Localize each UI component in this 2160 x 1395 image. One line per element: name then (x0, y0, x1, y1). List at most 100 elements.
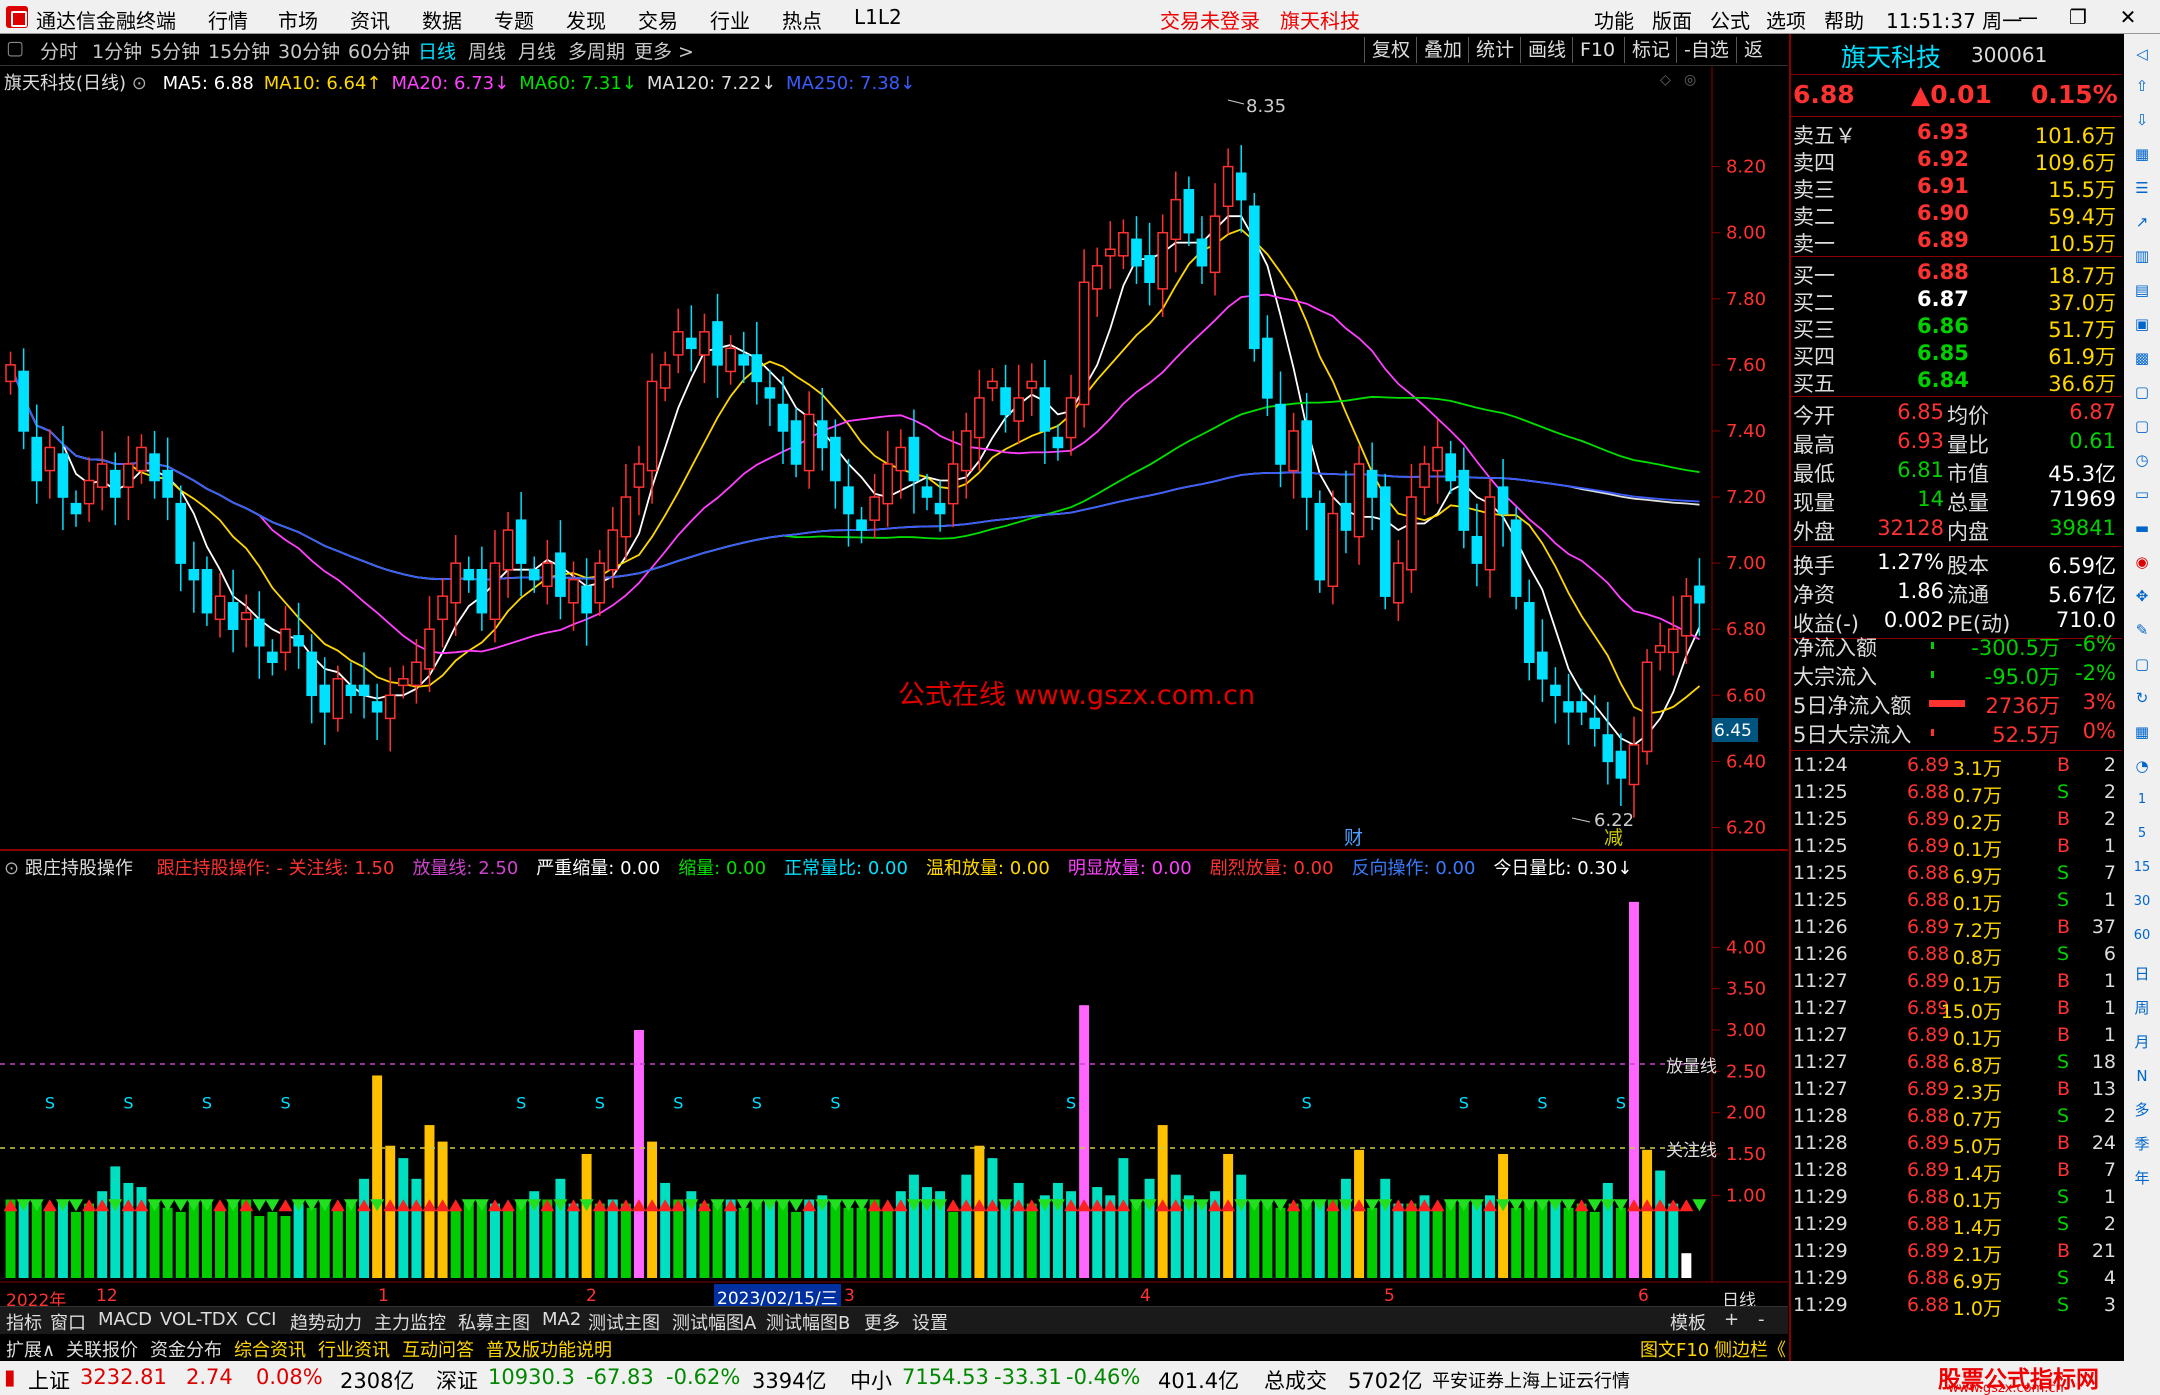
candle[interactable] (699, 331, 710, 356)
btn-remove-pane[interactable]: - (1758, 1309, 1765, 1330)
sidebar-list-icon[interactable]: ☰ (2128, 174, 2156, 202)
candle[interactable] (1497, 486, 1509, 515)
candle[interactable] (764, 387, 776, 399)
candle[interactable] (974, 397, 985, 439)
candle[interactable] (384, 694, 396, 720)
candle[interactable] (934, 502, 946, 515)
sidebar-f2-icon[interactable]: ▢ (2128, 412, 2156, 440)
sidebar-bar-icon[interactable]: ▥ (2128, 242, 2156, 270)
candle[interactable] (594, 562, 606, 604)
tab-60min[interactable]: 60分钟 (348, 37, 410, 64)
candle[interactable] (201, 568, 213, 614)
menu-shichang[interactable]: 市场 (278, 5, 318, 34)
sidebar-period-week[interactable]: 周 (2128, 994, 2156, 1022)
candle[interactable] (1694, 585, 1705, 604)
candle[interactable] (725, 347, 736, 373)
candle[interactable] (672, 331, 684, 356)
sidebar-table-icon[interactable]: ▩ (2128, 344, 2156, 372)
tab-zhuli[interactable]: 主力监控 (374, 1309, 446, 1335)
tab-weekly[interactable]: 周线 (468, 37, 506, 64)
tab-simu[interactable]: 私募主图 (458, 1309, 530, 1335)
tab-monthly[interactable]: 月线 (518, 37, 556, 64)
candle[interactable] (1563, 701, 1574, 713)
candle[interactable] (214, 595, 226, 621)
candle[interactable] (149, 453, 160, 482)
asks-row[interactable]: 卖四 6.92 109.6万 (1791, 147, 2122, 175)
tab-shezhi[interactable]: 设置 (912, 1309, 948, 1335)
bids-row[interactable]: 买二 6.87 37.0万 (1791, 287, 2122, 315)
candle[interactable] (987, 380, 998, 389)
bids-row[interactable]: 买四 6.85 61.9万 (1791, 341, 2122, 369)
sidebar-refresh-icon[interactable]: ↻ (2128, 684, 2156, 712)
candle[interactable] (1537, 651, 1548, 680)
legend-toggle-icon[interactable]: ⊙ (132, 73, 147, 94)
menu-gongneng[interactable]: 功能 (1594, 5, 1634, 34)
menu-zixun[interactable]: 资讯 (350, 5, 390, 34)
candle[interactable] (1104, 248, 1116, 257)
chart-area[interactable]: S S S S S S S S S S S S S S 8.20 8.00 7.80 7.60 7.40 7.20 7… (0, 66, 1788, 1313)
candle[interactable] (790, 420, 802, 465)
btn-zixuan[interactable]: -自选 (1676, 37, 1736, 63)
btn-f10[interactable]: F10 (1572, 37, 1622, 63)
candle[interactable] (397, 678, 409, 687)
candle[interactable] (31, 436, 43, 482)
candle[interactable] (541, 562, 553, 588)
candle[interactable] (1432, 446, 1443, 472)
candle[interactable] (253, 618, 265, 647)
btn-sidebar[interactable]: 侧边栏《 (1714, 1336, 1786, 1362)
candle[interactable] (371, 701, 383, 713)
menu-l1l2[interactable]: L1L2 (854, 5, 902, 29)
candle[interactable] (1641, 661, 1653, 753)
chart-settings-icon[interactable]: ◎ (1684, 72, 1696, 88)
sidebar-alert-icon[interactable]: ◉ (2128, 548, 2156, 576)
tab-30min[interactable]: 30分钟 (278, 37, 340, 64)
candle[interactable] (332, 678, 344, 720)
menu-faxian[interactable]: 发现 (566, 5, 606, 34)
candle[interactable] (1628, 744, 1640, 786)
candle[interactable] (5, 364, 16, 383)
menu-gongshi[interactable]: 公式 (1710, 5, 1750, 34)
tab-gengduo[interactable]: 更多 (864, 1309, 900, 1335)
event-marker-jian[interactable]: 减 (1604, 827, 1623, 849)
menu-zhuanti[interactable]: 专题 (494, 5, 534, 34)
candle[interactable] (882, 463, 894, 505)
tab-more[interactable]: 更多 > (634, 37, 694, 64)
candle[interactable] (1026, 380, 1038, 389)
sidebar-down-icon[interactable]: ⇩ (2128, 106, 2156, 134)
candle[interactable] (175, 502, 187, 564)
candle[interactable] (1262, 337, 1273, 399)
candle[interactable] (1589, 717, 1601, 730)
candle[interactable] (502, 529, 514, 571)
sidebar-expand-icon[interactable]: ◁ (2128, 40, 2156, 68)
candle[interactable] (1314, 502, 1326, 581)
tab-daily[interactable]: 日线 (418, 37, 456, 64)
candle[interactable] (1288, 430, 1299, 472)
sidebar-monitor-icon[interactable]: ▬ (2128, 514, 2156, 542)
sidebar-period-season[interactable]: 季 (2128, 1130, 2156, 1158)
candle[interactable] (1353, 463, 1365, 538)
btn-tuwen-f10[interactable]: 图文F10 (1640, 1336, 1709, 1362)
candle[interactable] (1419, 463, 1430, 488)
candle[interactable] (581, 585, 592, 614)
candle[interactable] (869, 496, 880, 521)
candle[interactable] (856, 519, 867, 531)
menu-jiaoyi[interactable]: 交易 (638, 5, 678, 34)
candle[interactable] (777, 403, 789, 432)
zx-index-name[interactable]: 中小 (850, 1365, 892, 1395)
candle[interactable] (1510, 519, 1522, 597)
menu-banmian[interactable]: 版面 (1652, 5, 1692, 34)
candle[interactable] (659, 364, 671, 389)
tab-ceshi-futu-a[interactable]: 测试幅图A (672, 1309, 756, 1335)
tab-5min[interactable]: 5分钟 (150, 37, 200, 64)
sidebar-clock-icon[interactable]: ◷ (2128, 446, 2156, 474)
indicator-toggle-icon[interactable]: ⊙ (4, 858, 19, 879)
candle[interactable] (306, 651, 318, 697)
candle[interactable] (960, 430, 972, 472)
candle[interactable] (1235, 172, 1247, 201)
tab-fenshi[interactable]: 分时 (40, 37, 78, 64)
sidebar-grid-icon[interactable]: ▤ (2128, 276, 2156, 304)
candle[interactable] (712, 321, 723, 366)
sz-index-name[interactable]: 深证 (436, 1365, 478, 1395)
asks-row[interactable]: 卖二 6.90 59.4万 (1791, 201, 2122, 229)
candle[interactable] (1445, 453, 1457, 482)
